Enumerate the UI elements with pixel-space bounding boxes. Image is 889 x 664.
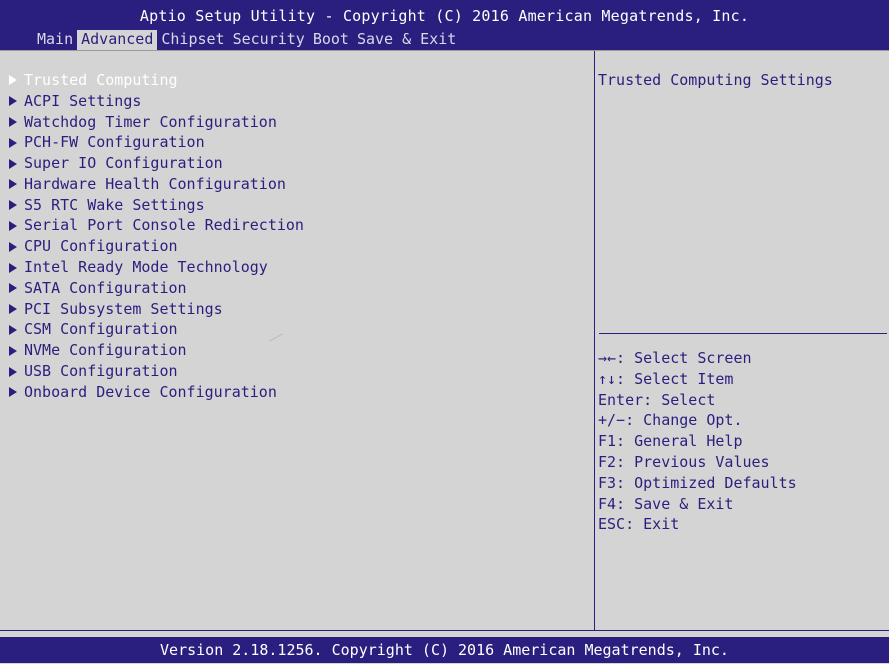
menu-item-cpu-configuration[interactable]: CPU Configuration [8, 236, 304, 257]
menu-item-label: PCH-FW Configuration [24, 133, 205, 152]
submenu-arrow-icon [9, 158, 17, 169]
key-hint-esc-exit: ESC: Exit [598, 515, 680, 534]
menu-item-hardware-health[interactable]: Hardware Health Configuration [8, 174, 304, 195]
menu-item-usb-configuration[interactable]: USB Configuration [8, 361, 304, 382]
submenu-arrow-icon [9, 220, 17, 231]
menu-panel: Trusted Computing ACPI Settings Watchdog… [0, 51, 595, 630]
submenu-arrow-icon [9, 200, 17, 211]
submenu-arrow-icon [9, 345, 17, 356]
menu-item-csm-configuration[interactable]: CSM Configuration [8, 320, 304, 341]
menu-item-pci-subsystem[interactable]: PCI Subsystem Settings [8, 299, 304, 320]
content-bottom-divider [0, 630, 889, 631]
version-footer: Version 2.18.1256. Copyright (C) 2016 Am… [0, 637, 889, 663]
key-hint-enter: Enter: Select [598, 390, 716, 409]
menu-item-sata-configuration[interactable]: SATA Configuration [8, 278, 304, 299]
menu-item-label: Trusted Computing [24, 70, 178, 89]
submenu-arrow-icon [9, 387, 17, 398]
menu-item-label: CPU Configuration [24, 237, 178, 256]
tab-security[interactable]: Security [229, 30, 309, 50]
menu-item-nvme-configuration[interactable]: NVMe Configuration [8, 340, 304, 361]
submenu-arrow-icon [9, 116, 17, 127]
menu-item-label: Hardware Health Configuration [24, 174, 286, 193]
menu-item-pch-fw[interactable]: PCH-FW Configuration [8, 132, 304, 153]
help-description: Trusted Computing Settings [598, 71, 833, 89]
key-hint-change-opt: +/−: Change Opt. [598, 411, 743, 430]
menu-item-label: Onboard Device Configuration [24, 382, 277, 401]
menu-item-label: S5 RTC Wake Settings [24, 195, 205, 214]
menu-item-label: SATA Configuration [24, 278, 187, 297]
key-hint-general-help: F1: General Help [598, 432, 743, 451]
menu-item-label: Intel Ready Mode Technology [24, 258, 268, 277]
key-hint-select-item: ↑↓: Select Item [598, 369, 734, 388]
submenu-arrow-icon [9, 324, 17, 335]
menu-item-s5-rtc-wake[interactable]: S5 RTC Wake Settings [8, 195, 304, 216]
submenu-arrow-icon [9, 96, 17, 107]
submenu-arrow-icon [9, 262, 17, 273]
tab-save-exit[interactable]: Save & Exit [353, 30, 460, 50]
menu-item-label: ACPI Settings [24, 91, 142, 110]
tab-chipset[interactable]: Chipset [157, 30, 228, 50]
menu-item-super-io[interactable]: Super IO Configuration [8, 153, 304, 174]
submenu-arrow-icon [9, 241, 17, 252]
submenu-arrow-icon [9, 179, 17, 190]
tab-advanced[interactable]: Advanced [77, 30, 158, 50]
menu-item-label: Serial Port Console Redirection [24, 216, 304, 235]
key-hint-select-screen: →←: Select Screen [598, 349, 752, 367]
advanced-menu: Trusted Computing ACPI Settings Watchdog… [8, 70, 304, 403]
key-legend: →←: Select Screen ↑↓: Select Item Enter:… [598, 348, 797, 535]
tab-boot[interactable]: Boot [309, 30, 353, 50]
tab-main[interactable]: Main [33, 30, 77, 50]
menu-item-acpi-settings[interactable]: ACPI Settings [8, 91, 304, 112]
key-hint-previous-values: F2: Previous Values [598, 452, 770, 471]
menu-item-label: CSM Configuration [24, 320, 178, 339]
title-bar: Aptio Setup Utility - Copyright (C) 2016… [0, 0, 889, 50]
submenu-arrow-icon [9, 366, 17, 377]
menu-item-intel-ready-mode[interactable]: Intel Ready Mode Technology [8, 257, 304, 278]
menu-item-label: Watchdog Timer Configuration [24, 112, 277, 131]
menu-item-label: NVMe Configuration [24, 341, 187, 360]
menu-item-trusted-computing[interactable]: Trusted Computing [8, 70, 304, 91]
menu-item-label: USB Configuration [24, 362, 178, 381]
help-panel: Trusted Computing Settings →←: Select Sc… [595, 51, 889, 630]
menu-item-label: PCI Subsystem Settings [24, 299, 223, 318]
submenu-arrow-icon [9, 137, 17, 148]
submenu-arrow-icon [9, 304, 17, 315]
key-hint-optimized-defaults: F3: Optimized Defaults [598, 473, 797, 492]
menu-item-onboard-device[interactable]: Onboard Device Configuration [8, 382, 304, 403]
submenu-arrow-icon [9, 75, 17, 86]
window-title: Aptio Setup Utility - Copyright (C) 2016… [139, 7, 750, 25]
menu-item-label: Super IO Configuration [24, 154, 223, 173]
help-divider [599, 333, 887, 334]
submenu-arrow-icon [9, 283, 17, 294]
key-hint-save-exit: F4: Save & Exit [598, 494, 734, 513]
tab-bar: Main Advanced Chipset Security Boot Save… [33, 30, 460, 50]
menu-item-watchdog-timer[interactable]: Watchdog Timer Configuration [8, 112, 304, 133]
menu-item-serial-console[interactable]: Serial Port Console Redirection [8, 216, 304, 237]
